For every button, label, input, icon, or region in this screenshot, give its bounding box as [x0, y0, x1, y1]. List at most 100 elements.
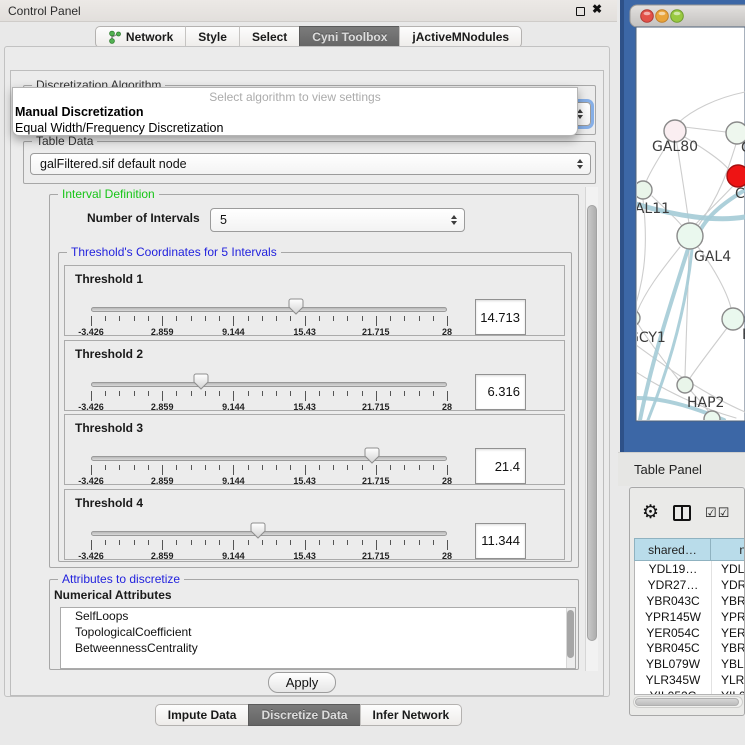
table-hscrollbar-thumb[interactable] [635, 698, 739, 706]
table-row[interactable]: YDR27…YDR2 [635, 577, 745, 593]
table-row[interactable]: YPR145WYPR1 [635, 609, 745, 625]
tick-mark [148, 465, 149, 470]
threshold-value-field[interactable]: 6.316 [475, 374, 526, 410]
tick-mark [219, 540, 220, 545]
attribute-item-topologicalcoefficient[interactable]: TopologicalCoefficient [61, 624, 575, 640]
settings-scrollbar-track[interactable] [585, 187, 598, 671]
threshold-slider-track[interactable] [91, 307, 447, 312]
network-node-label: GAL80 [652, 139, 698, 155]
attribute-item-selfloops[interactable]: SelfLoops [61, 608, 575, 624]
threshold-value-field[interactable]: 21.4 [475, 448, 526, 484]
threshold-slider-thumb[interactable] [288, 298, 304, 315]
tab-impute-data[interactable]: Impute Data [155, 704, 249, 726]
table-cell: YPR1 [711, 609, 745, 625]
tick-mark [233, 316, 234, 326]
list-scrollbar-thumb[interactable] [567, 610, 574, 658]
attribute-item-betweennesscentrality[interactable]: BetweennessCentrality [61, 640, 575, 656]
tick-mark [205, 391, 206, 396]
settings-scrollbar-thumb[interactable] [587, 205, 597, 641]
node-attribute-table[interactable]: shared…na YDL19…YDL1YDR27…YDR2YBR043CYBR… [634, 538, 745, 695]
tick-mark [191, 465, 192, 470]
tick-mark [119, 465, 120, 470]
tab-style[interactable]: Style [185, 26, 239, 48]
tick-mark [91, 391, 92, 401]
tick-mark [91, 465, 92, 475]
tick-label: 2.859 [151, 551, 174, 561]
tick-mark [419, 540, 420, 545]
network-node-hap2[interactable] [677, 377, 693, 393]
algorithm-option-manual-discretization[interactable]: Manual Discretization [13, 104, 577, 120]
close-button[interactable] [641, 10, 654, 23]
tick-mark [191, 540, 192, 545]
threshold-slider-thumb[interactable] [250, 522, 266, 539]
table-row[interactable]: YLR345WYLR3 [635, 672, 745, 688]
apply-button-label: Apply [286, 675, 319, 690]
tab-infer-network[interactable]: Infer Network [360, 704, 463, 726]
algorithm-hint-item[interactable]: Select algorithm to view settings [13, 88, 577, 104]
tab-jactivemnodules[interactable]: jActiveMNodules [399, 26, 522, 48]
algorithm-option-equal-width-frequency-discretization[interactable]: Equal Width/Frequency Discretization [13, 120, 577, 136]
tick-mark [290, 391, 291, 396]
split-columns-icon[interactable] [673, 505, 691, 521]
tab-network[interactable]: Network [95, 26, 185, 48]
table-row[interactable]: YBR043CYBR0 [635, 593, 745, 609]
tab-select[interactable]: Select [239, 26, 299, 48]
tick-mark [119, 540, 120, 545]
network-node-label: GAL4 [694, 249, 731, 265]
threshold-slider-track[interactable] [91, 456, 447, 461]
network-view-window[interactable]: GAL80GACGAL11GAL4GCY1HHAP2 [620, 0, 745, 452]
tick-mark [347, 540, 348, 545]
tick-mark [347, 391, 348, 396]
threshold-value-field[interactable]: 11.344 [475, 523, 526, 559]
attributes-to-discretize-group: Attributes to discretize Numerical Attri… [49, 579, 579, 670]
threshold-slider-thumb[interactable] [193, 373, 209, 390]
tick-mark [176, 316, 177, 321]
bottom-tab-bar: Impute Data Discretize DataInfer Network [0, 704, 617, 726]
tick-mark [205, 465, 206, 470]
tick-mark [248, 391, 249, 396]
tab-cyni-toolbox[interactable]: Cyni Toolbox [299, 26, 399, 48]
table-data-combobox[interactable]: galFiltered.sif default node [30, 153, 591, 175]
settings-scroll-area: Interval Definition Number of Intervals … [15, 187, 605, 671]
tick-mark [176, 391, 177, 396]
minimize-button[interactable] [656, 10, 669, 23]
tick-mark [333, 540, 334, 545]
threshold-label: Threshold 3 [75, 421, 143, 435]
network-node-c[interactable] [727, 165, 745, 187]
list-scrollbar-track[interactable] [566, 608, 575, 669]
tick-mark [305, 540, 306, 550]
threshold-slider-track[interactable] [91, 382, 447, 387]
table-row[interactable]: YER054CYER0 [635, 625, 745, 641]
column-header-2[interactable]: na [710, 538, 745, 561]
table-row[interactable]: YBR045CYBR0 [635, 640, 745, 656]
tick-mark [148, 316, 149, 321]
table-row[interactable]: YBL079WYBL0 [635, 656, 745, 672]
gear-icon[interactable]: ⚙ [642, 503, 659, 522]
column-header-1[interactable]: shared… [634, 538, 710, 561]
tab-label: Impute Data [168, 705, 237, 726]
tick-mark [319, 540, 320, 545]
threshold-slider-thumb[interactable] [364, 447, 380, 464]
table-row[interactable]: YIL052CYIL0 [635, 688, 745, 695]
tick-mark [390, 465, 391, 470]
table-hscrollbar-track[interactable] [633, 696, 743, 708]
table-row[interactable]: YDL19…YDL1 [635, 561, 745, 577]
float-window-icon[interactable] [576, 7, 585, 16]
threshold-slider-track[interactable] [91, 531, 447, 536]
threshold-value-field[interactable]: 14.713 [475, 299, 526, 335]
numerical-attributes-list[interactable]: SelfLoopsTopologicalCoefficientBetweenne… [60, 607, 576, 669]
zoom-button[interactable] [671, 10, 684, 23]
tick-mark [105, 316, 106, 321]
network-node-gal4[interactable] [677, 223, 703, 249]
number-of-intervals-combobox[interactable]: 5 [210, 208, 465, 232]
tick-mark [419, 391, 420, 396]
close-icon[interactable]: ✖ [592, 2, 602, 16]
tab-discretize-data[interactable]: Discretize Data [248, 704, 359, 726]
checkbox-icons[interactable]: ☑☑ [705, 505, 730, 521]
tick-mark [162, 465, 163, 475]
apply-button[interactable]: Apply [268, 672, 336, 693]
tick-label: 21.715 [362, 327, 390, 337]
network-node-h[interactable] [722, 308, 744, 330]
tick-label: -3.426 [78, 402, 104, 412]
combo-stepper-icon [451, 215, 457, 225]
